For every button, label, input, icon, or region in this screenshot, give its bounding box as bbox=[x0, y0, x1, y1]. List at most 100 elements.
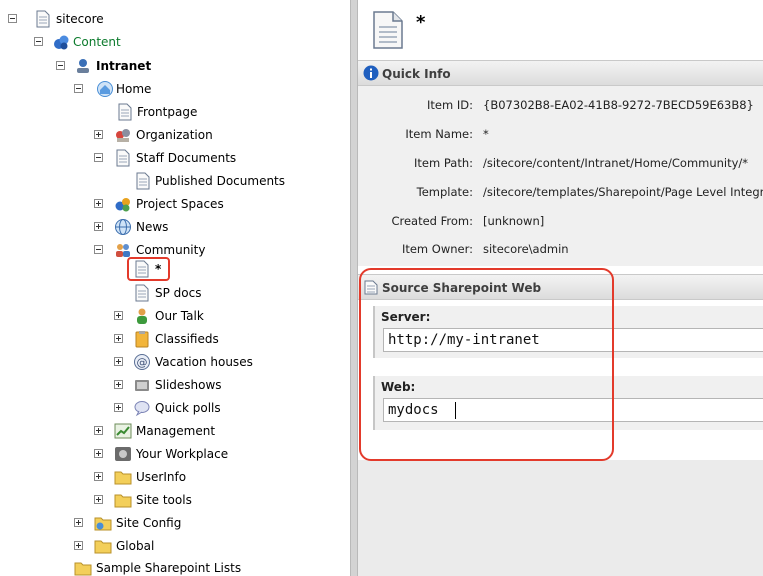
document-icon bbox=[135, 260, 149, 278]
pane-splitter[interactable] bbox=[350, 0, 358, 576]
tree-label: SP docs bbox=[155, 286, 202, 300]
expand-toggle[interactable] bbox=[114, 357, 123, 366]
collapse-toggle[interactable] bbox=[74, 84, 83, 93]
quick-info-row-item-path: Item Path: /sitecore/content/Intranet/Ho… bbox=[358, 156, 763, 176]
tree-label: Management bbox=[136, 424, 216, 438]
tree-label: Staff Documents bbox=[136, 151, 237, 165]
tree-label: Classifieds bbox=[155, 332, 219, 346]
section-title: Quick Info bbox=[382, 67, 451, 81]
tree-label: Slideshows bbox=[155, 378, 222, 392]
expand-toggle[interactable] bbox=[114, 311, 123, 320]
tree-label: Content bbox=[73, 35, 121, 49]
tree-label: Our Talk bbox=[155, 309, 204, 323]
info-icon bbox=[363, 65, 379, 81]
quick-info-row-item-name: Item Name: * bbox=[358, 127, 763, 147]
tree-label: Site Config bbox=[116, 516, 182, 530]
folder-icon bbox=[114, 471, 132, 485]
empty-area bbox=[358, 460, 763, 576]
collapse-toggle[interactable] bbox=[94, 153, 103, 162]
document-icon bbox=[116, 149, 130, 167]
config-folder-icon bbox=[94, 517, 112, 531]
document-icon bbox=[373, 11, 403, 49]
tree-label: Project Spaces bbox=[136, 197, 224, 211]
expand-toggle[interactable] bbox=[74, 541, 83, 550]
tree-label: Organization bbox=[136, 128, 213, 142]
document-icon bbox=[118, 103, 132, 121]
collapse-toggle[interactable] bbox=[34, 37, 43, 46]
expand-toggle[interactable] bbox=[94, 426, 103, 435]
row-key: Item ID: bbox=[427, 98, 473, 112]
quick-info-panel: Item ID: {B07302B8-EA02-41B8-9272-7BECD5… bbox=[358, 86, 763, 266]
folder-icon bbox=[94, 540, 112, 554]
tree-label: Published Documents bbox=[155, 174, 286, 188]
expand-toggle[interactable] bbox=[94, 495, 103, 504]
row-value: sitecore\admin bbox=[483, 242, 569, 256]
tree-label: Quick polls bbox=[155, 401, 221, 415]
expand-toggle[interactable] bbox=[114, 403, 123, 412]
project-spaces-icon bbox=[115, 198, 130, 212]
quick-info-row-created-from: Created From: [unknown] bbox=[358, 214, 763, 234]
svg-text:@: @ bbox=[137, 356, 148, 369]
speech-bubble-icon bbox=[134, 401, 150, 417]
workplace-icon bbox=[115, 447, 131, 461]
person-icon bbox=[137, 308, 147, 324]
clipboard-icon bbox=[135, 331, 149, 348]
row-value: [unknown] bbox=[483, 214, 545, 228]
tree-label: Your Workplace bbox=[136, 447, 229, 461]
tree-label: UserInfo bbox=[136, 470, 187, 484]
tree-label: Home bbox=[116, 82, 152, 96]
row-value: /sitecore/content/Intranet/Home/Communit… bbox=[483, 156, 749, 170]
organization-icon bbox=[116, 129, 130, 142]
content-tree: sitecore Content Intranet Home Frontpage bbox=[0, 0, 350, 576]
expand-toggle[interactable] bbox=[94, 130, 103, 139]
item-editor: * Quick Info Item ID: {B07302B8-EA02-41B… bbox=[358, 0, 763, 576]
item-title: * bbox=[416, 12, 426, 33]
row-value: {B07302B8-EA02-41B8-9272-7BECD59E63B8} bbox=[483, 98, 754, 112]
row-key: Created From: bbox=[391, 214, 473, 228]
chart-icon bbox=[114, 423, 132, 439]
tree-label: Frontpage bbox=[137, 105, 198, 119]
document-icon bbox=[136, 172, 150, 190]
expand-toggle[interactable] bbox=[94, 449, 103, 458]
tree-label: Vacation houses bbox=[155, 355, 253, 369]
tree-label: Community bbox=[136, 243, 206, 257]
quick-info-header[interactable]: Quick Info bbox=[358, 60, 763, 86]
content-icon bbox=[54, 35, 69, 50]
home-icon bbox=[97, 81, 113, 97]
slideshow-icon bbox=[135, 380, 149, 391]
row-value: /sitecore/templates/Sharepoint/Page Leve… bbox=[483, 185, 763, 199]
document-icon bbox=[36, 10, 50, 28]
document-icon bbox=[135, 284, 149, 302]
expand-toggle[interactable] bbox=[114, 380, 123, 389]
tree-label: Intranet bbox=[96, 59, 152, 73]
tree-label: * bbox=[155, 262, 162, 276]
row-key: Template: bbox=[416, 185, 473, 199]
section-highlight bbox=[359, 268, 614, 461]
quick-info-row-template: Template: /sitecore/templates/Sharepoint… bbox=[358, 185, 763, 205]
expand-toggle[interactable] bbox=[94, 222, 103, 231]
row-key: Item Owner: bbox=[401, 242, 473, 256]
expand-toggle[interactable] bbox=[94, 472, 103, 481]
tree-label: Sample Sharepoint Lists bbox=[96, 561, 242, 575]
collapse-toggle[interactable] bbox=[94, 245, 103, 254]
at-sign-icon: @ bbox=[134, 354, 150, 370]
folder-icon bbox=[114, 494, 132, 508]
quick-info-row-item-id: Item ID: {B07302B8-EA02-41B8-9272-7BECD5… bbox=[358, 98, 763, 118]
row-key: Item Name: bbox=[405, 127, 473, 141]
tree-label: sitecore bbox=[56, 12, 104, 26]
globe-icon bbox=[115, 219, 131, 235]
expand-toggle[interactable] bbox=[114, 334, 123, 343]
tree-label: News bbox=[136, 220, 169, 234]
tree-label: Global bbox=[116, 539, 155, 553]
expand-toggle[interactable] bbox=[94, 199, 103, 208]
item-header: * bbox=[358, 0, 763, 58]
quick-info-row-item-owner: Item Owner: sitecore\admin bbox=[358, 242, 763, 262]
collapse-toggle[interactable] bbox=[8, 14, 17, 23]
intranet-icon bbox=[77, 59, 89, 73]
row-key: Item Path: bbox=[414, 156, 473, 170]
collapse-toggle[interactable] bbox=[56, 61, 65, 70]
row-value: * bbox=[483, 127, 489, 141]
folder-icon bbox=[74, 562, 92, 576]
tree-label: Site tools bbox=[136, 493, 192, 507]
expand-toggle[interactable] bbox=[74, 518, 83, 527]
